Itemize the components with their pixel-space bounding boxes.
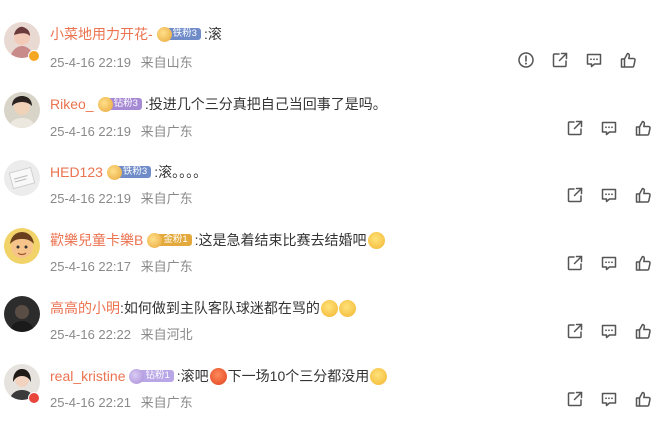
fan-badge-icon: [106, 164, 122, 180]
like-icon[interactable]: [634, 119, 652, 137]
avatar[interactable]: [4, 160, 40, 196]
avatar[interactable]: [4, 296, 40, 332]
avatar[interactable]: [4, 92, 40, 128]
laugh-cry-emoji-icon: [338, 299, 356, 317]
comment-location: 来自广东: [140, 395, 193, 410]
comment-meta: 25-4-16 22:22 来自河北: [50, 324, 199, 343]
share-icon[interactable]: [551, 51, 569, 69]
comment-text: :滚: [203, 26, 222, 42]
comment-icon[interactable]: [600, 254, 618, 272]
comment-item: HED123 铁粉3 :滚。。。。 25-4-16 22:19 来自广东: [0, 152, 660, 220]
comment-meta: 25-4-16 22:19 来自广东: [50, 188, 199, 207]
comment-text: :滚。。。。: [154, 164, 208, 180]
comment-date: 25-4-16 22:19: [50, 191, 131, 206]
fan-badge[interactable]: 铁粉3: [156, 26, 201, 42]
share-icon[interactable]: [566, 254, 584, 272]
comment-item: 歡樂兒童卡樂B 金粉1 :这是急着结束比赛去结婚吧 25-4-16 22:17 …: [0, 220, 660, 288]
comment-icon[interactable]: [600, 322, 618, 340]
like-icon[interactable]: [619, 51, 637, 69]
username[interactable]: 歡樂兒童卡樂B: [50, 230, 143, 250]
comment-location: 来自山东: [140, 55, 193, 70]
comment-header: 歡樂兒童卡樂B 金粉1 :这是急着结束比赛去结婚吧: [50, 230, 385, 250]
fan-badge-icon: [156, 26, 172, 42]
like-icon[interactable]: [634, 322, 652, 340]
comment-text: :这是急着结束比赛去结婚吧: [194, 232, 367, 248]
username[interactable]: 小菜地用力开花-: [50, 24, 153, 44]
comment-item: 小菜地用力开花- 铁粉3 :滚 25-4-16 22:19 来自山东: [0, 14, 660, 82]
comment-icon[interactable]: [600, 390, 618, 408]
verified-badge-icon: [28, 392, 40, 404]
comment-header: HED123 铁粉3 :滚。。。。: [50, 162, 207, 182]
fan-badge-label: 金粉1: [157, 234, 192, 246]
comment-location: 来自河北: [140, 327, 193, 342]
comment-meta: 25-4-16 22:19 来自山东: [50, 52, 199, 71]
comment-location: 来自广东: [140, 191, 193, 206]
fan-badge-label: 铁粉3: [116, 166, 152, 178]
share-icon[interactable]: [566, 390, 584, 408]
username[interactable]: 高高的小明: [50, 298, 120, 318]
username[interactable]: HED123: [50, 164, 103, 180]
angry-emoji-icon: [209, 367, 227, 385]
comment-date: 25-4-16 22:19: [50, 124, 131, 139]
like-icon[interactable]: [634, 390, 652, 408]
fan-badge-icon: [129, 368, 145, 384]
comment-header: 小菜地用力开花- 铁粉3 :滚: [50, 24, 222, 44]
comment-header: Rikeo_ 钻粉3 :投进几个三分真把自己当回事了是吗。: [50, 94, 387, 114]
comment-text-part: :滚吧: [176, 368, 209, 384]
username[interactable]: real_kristine: [50, 368, 125, 384]
laugh-cry-emoji-icon: [367, 231, 385, 249]
fan-badge[interactable]: 钻粉1: [129, 368, 174, 384]
fan-badge[interactable]: 钻粉3: [97, 96, 142, 112]
report-icon[interactable]: [517, 51, 535, 69]
laugh-cry-emoji-icon: [320, 299, 338, 317]
like-icon[interactable]: [634, 254, 652, 272]
avatar[interactable]: [4, 228, 40, 264]
comment-icon[interactable]: [600, 119, 618, 137]
comment-header: real_kristine 钻粉1 :滚吧 下一场10个三分都没用: [50, 366, 388, 386]
comment-text: :投进几个三分真把自己当回事了是吗。: [144, 96, 387, 112]
fan-badge-label: 钻粉1: [139, 370, 174, 382]
comment-meta: 25-4-16 22:17 来自广东: [50, 256, 199, 275]
comment-meta: 25-4-16 22:19 来自广东: [50, 121, 199, 140]
comment-item: 高高的小明 :如何做到主队客队球迷都在骂的 25-4-16 22:22 来自河北: [0, 288, 660, 356]
comment-text-part: 下一场10个三分都没用: [227, 368, 370, 384]
comment-header: 高高的小明 :如何做到主队客队球迷都在骂的: [50, 298, 356, 318]
comment-meta: 25-4-16 22:21 来自广东: [50, 392, 199, 411]
fan-badge[interactable]: 铁粉3: [106, 164, 152, 180]
comment-date: 25-4-16 22:21: [50, 395, 131, 410]
like-icon[interactable]: [634, 186, 652, 204]
crying-emoji-icon: [370, 367, 388, 385]
comment-date: 25-4-16 22:22: [50, 327, 131, 342]
comment-icon[interactable]: [585, 51, 603, 69]
share-icon[interactable]: [566, 119, 584, 137]
fan-badge-label: 铁粉3: [166, 28, 201, 40]
fan-badge-label: 钻粉3: [107, 98, 142, 110]
comment-icon[interactable]: [600, 186, 618, 204]
comment-date: 25-4-16 22:19: [50, 55, 131, 70]
comment-location: 来自广东: [140, 259, 193, 274]
fan-badge-icon: [147, 232, 163, 248]
username[interactable]: Rikeo_: [50, 96, 94, 112]
share-icon[interactable]: [566, 186, 584, 204]
comment-item: real_kristine 钻粉1 :滚吧 下一场10个三分都没用 25-4-1…: [0, 356, 660, 424]
fan-badge[interactable]: 金粉1: [147, 232, 192, 248]
verified-badge-icon: [28, 50, 40, 62]
comment-date: 25-4-16 22:17: [50, 259, 131, 274]
fan-badge-icon: [97, 96, 113, 112]
comment-item: Rikeo_ 钻粉3 :投进几个三分真把自己当回事了是吗。 25-4-16 22…: [0, 84, 660, 152]
share-icon[interactable]: [566, 322, 584, 340]
comment-location: 来自广东: [140, 124, 193, 139]
comment-text: :如何做到主队客队球迷都在骂的: [120, 300, 320, 316]
